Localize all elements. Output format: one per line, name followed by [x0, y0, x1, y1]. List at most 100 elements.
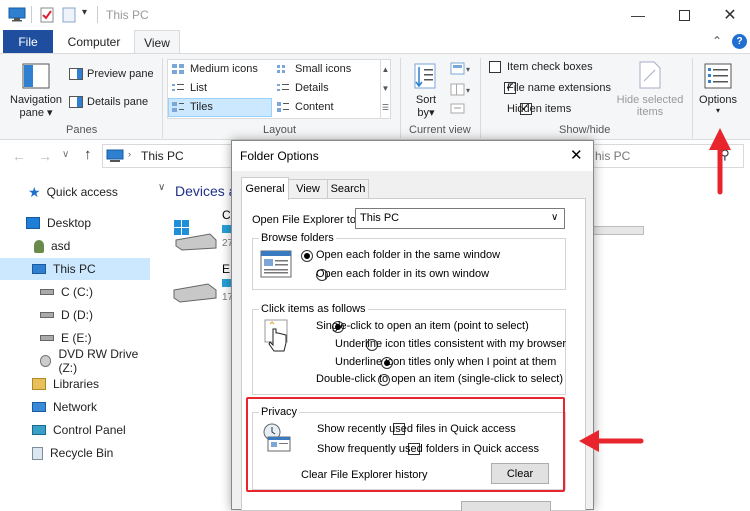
show-hide-group-label: Show/hide [559, 124, 611, 136]
dialog-tab-view[interactable]: View [288, 179, 328, 199]
navigation-pane: ★ Quick access Desktop asd This PC C (C:)… [0, 171, 155, 506]
group-collapse-chevron-icon[interactable]: ∨ [158, 182, 165, 193]
sort-by-button[interactable]: Sort by▾ [412, 94, 440, 119]
star-icon: ★ [28, 183, 41, 200]
layout-details[interactable]: Details [295, 82, 329, 94]
nav-item-e-drive[interactable]: E (E:) [40, 327, 92, 349]
nav-item-control-panel[interactable]: Control Panel [32, 419, 126, 441]
svg-text:▾: ▾ [466, 86, 470, 95]
minimize-button[interactable]: — [615, 0, 661, 30]
sort-by-label-2: by [417, 107, 430, 119]
close-button[interactable]: ✕ [707, 0, 750, 30]
double-click-label[interactable]: Double-click to open an item (single-cli… [316, 373, 563, 385]
preview-pane-button[interactable]: Preview pane [87, 68, 154, 80]
forward-arrow-icon[interactable]: → [38, 148, 52, 164]
list-icon [172, 84, 184, 91]
nav-label: E (E:) [61, 331, 92, 345]
nav-label: This PC [53, 262, 96, 276]
recent-locations-dropdown-icon[interactable]: ∨ [62, 149, 69, 160]
back-arrow-icon[interactable]: ← [12, 148, 26, 164]
add-columns-icon[interactable]: ▾ [450, 83, 472, 97]
options-icon [704, 63, 732, 89]
nav-item-asd[interactable]: asd [34, 235, 70, 257]
nav-item-network[interactable]: Network [32, 396, 97, 418]
scroll-down-icon[interactable]: ▼ [381, 79, 390, 98]
hidden-items-label[interactable]: Hidden items [507, 103, 571, 115]
single-click-label[interactable]: Single-click to open an item (point to s… [316, 320, 529, 332]
layout-medium-icons[interactable]: Medium icons [190, 63, 258, 75]
nav-item-desktop[interactable]: Desktop [26, 212, 91, 234]
new-folder-icon[interactable] [62, 7, 76, 23]
tab-computer[interactable]: Computer [58, 30, 130, 54]
nav-label: Libraries [53, 377, 100, 391]
group-separator [692, 58, 693, 138]
customize-quick-access-dropdown-icon[interactable]: ▾ [82, 7, 87, 18]
options-button[interactable]: Options ▾ [697, 94, 739, 115]
up-arrow-icon[interactable]: ↑ [84, 146, 92, 163]
details-pane-button[interactable]: Details pane [87, 96, 148, 108]
navigation-pane-label: Navigation [10, 94, 62, 106]
file-name-extensions-label[interactable]: File name extensions [507, 82, 611, 94]
hide-selected-items-button[interactable]: Hide selected items [614, 94, 686, 118]
nav-item-recycle-bin[interactable]: Recycle Bin [32, 442, 113, 464]
underline-consistent-label[interactable]: Underline icon titles consistent with my… [335, 338, 566, 350]
details-icon [277, 84, 289, 91]
chevron-down-icon: ∨ [551, 212, 559, 223]
navigation-pane-button[interactable]: Navigation pane ▾ [9, 94, 63, 119]
size-columns-icon[interactable] [450, 103, 472, 115]
click-hand-icon [264, 319, 288, 352]
properties-icon[interactable] [40, 7, 54, 23]
maximize-button[interactable] [661, 0, 707, 30]
tab-view[interactable]: View [134, 30, 180, 54]
nav-item-c-drive[interactable]: C (C:) [40, 281, 93, 303]
annotation-arrow-left-icon [579, 430, 644, 452]
network-icon [32, 402, 46, 412]
gallery-expand-icon[interactable]: ☰ [381, 98, 390, 117]
dialog-title-bar: Folder Options ✕ [232, 141, 593, 171]
layout-gallery-scroll[interactable]: ▲ ▼ ☰ [380, 60, 390, 118]
nav-item-dvd-drive[interactable]: DVD RW Drive (Z:) [40, 347, 155, 375]
drive-e-title[interactable]: E [222, 262, 230, 276]
this-pc-nav-icon [32, 264, 46, 274]
scroll-up-icon[interactable]: ▲ [381, 60, 390, 79]
browse-same-window-label[interactable]: Open each folder in the same window [316, 249, 500, 261]
nav-item-d-drive[interactable]: D (D:) [40, 304, 93, 326]
close-icon: ✕ [723, 7, 737, 24]
address-path[interactable]: This PC [141, 149, 184, 163]
open-file-explorer-value: This PC [360, 212, 400, 224]
control-panel-icon [32, 425, 46, 435]
dialog-tab-general[interactable]: General [241, 177, 289, 200]
layout-small-icons[interactable]: Small icons [295, 63, 351, 75]
layout-list[interactable]: List [190, 82, 207, 94]
help-icon[interactable]: ? [732, 34, 747, 49]
item-check-boxes-checkbox[interactable] [489, 61, 501, 73]
nav-label: C (C:) [61, 285, 93, 299]
nav-item-libraries[interactable]: Libraries [32, 373, 99, 395]
group-separator [400, 58, 401, 138]
breadcrumb-chevron-icon[interactable]: › [128, 149, 131, 159]
drive-usage-bar [594, 226, 644, 235]
browse-same-window-radio[interactable] [301, 250, 313, 262]
item-check-boxes-label[interactable]: Item check boxes [507, 61, 593, 73]
open-file-explorer-select[interactable]: This PC ∨ [355, 208, 565, 229]
browse-own-window-label[interactable]: Open each folder in its own window [316, 268, 489, 280]
dialog-close-icon[interactable]: ✕ [570, 146, 583, 164]
nav-label: DVD RW Drive (Z:) [58, 347, 139, 375]
nav-label: asd [51, 239, 71, 253]
drive-c-title[interactable]: C [222, 208, 231, 222]
title-divider [31, 6, 32, 23]
group-by-icon[interactable]: ▾ [450, 62, 472, 76]
underline-point-label[interactable]: Underline icon titles only when I point … [335, 356, 556, 368]
layout-content[interactable]: Content [295, 101, 334, 113]
dialog-tab-search[interactable]: Search [327, 179, 369, 199]
desktop-icon [26, 217, 40, 229]
restore-defaults-button[interactable] [461, 501, 551, 511]
search-placeholder: his PC [595, 149, 631, 163]
minimize-ribbon-chevron-icon[interactable]: ⌃ [712, 34, 722, 48]
layout-tiles[interactable]: Tiles [190, 101, 213, 113]
hide-selected-items-icon [639, 61, 661, 89]
nav-item-this-pc[interactable]: This PC [32, 258, 96, 280]
tab-file[interactable]: File [3, 30, 53, 54]
libraries-icon [32, 378, 46, 390]
nav-item-quick-access[interactable]: ★ Quick access [28, 181, 118, 203]
